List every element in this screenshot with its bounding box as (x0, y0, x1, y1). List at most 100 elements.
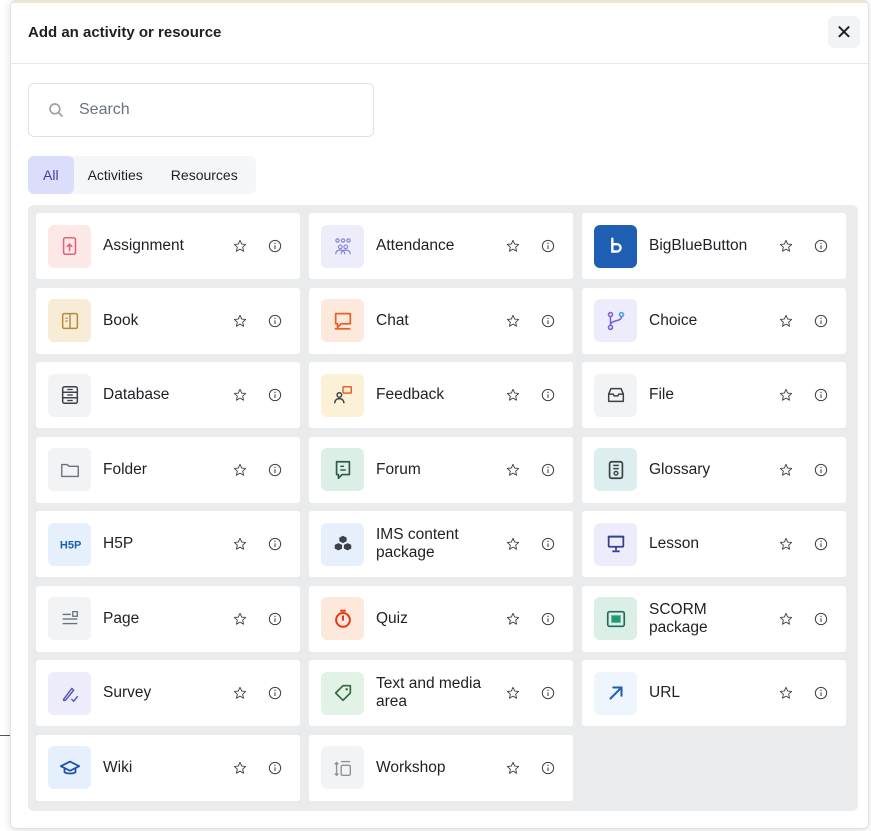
info-button[interactable] (265, 758, 285, 778)
star-button[interactable] (503, 311, 523, 331)
info-button[interactable] (538, 311, 558, 331)
info-button[interactable] (265, 311, 285, 331)
star-button[interactable] (230, 236, 250, 256)
info-button[interactable] (811, 311, 831, 331)
info-button[interactable] (265, 385, 285, 405)
wiki-icon (59, 760, 80, 774)
module-name: Survey (103, 684, 152, 702)
star-button[interactable] (503, 609, 523, 629)
star-button[interactable] (230, 609, 250, 629)
module-card-text-and-media-area[interactable]: Text and media area (309, 660, 573, 726)
info-button[interactable] (538, 460, 558, 480)
module-card-lesson[interactable]: Lesson (582, 511, 846, 577)
star-button[interactable] (776, 609, 796, 629)
search-box[interactable] (28, 83, 374, 137)
info-button[interactable] (538, 758, 558, 778)
star-button[interactable] (503, 683, 523, 703)
module-icon-box (48, 373, 91, 417)
page-icon (62, 610, 78, 624)
module-card-survey[interactable]: Survey (36, 660, 300, 726)
info-button[interactable] (265, 236, 285, 256)
star-icon (506, 463, 520, 476)
info-button[interactable] (265, 460, 285, 480)
star-icon (233, 239, 247, 252)
info-button[interactable] (538, 609, 558, 629)
module-card-url[interactable]: URL (582, 660, 846, 726)
module-card-wiki[interactable]: Wiki (36, 734, 300, 801)
module-card-page[interactable]: Page (36, 585, 300, 652)
info-button[interactable] (811, 460, 831, 480)
tab-resources[interactable]: Resources (157, 156, 252, 194)
forum-icon (335, 460, 350, 479)
star-button[interactable] (776, 385, 796, 405)
info-button[interactable] (538, 385, 558, 405)
star-icon (506, 314, 520, 327)
star-button[interactable] (503, 534, 523, 554)
info-button[interactable] (538, 534, 558, 554)
info-button[interactable] (538, 236, 558, 256)
info-button[interactable] (265, 683, 285, 703)
module-card-attendance[interactable]: Attendance (309, 213, 573, 279)
module-card-database[interactable]: Database (36, 362, 300, 428)
module-icon-box (594, 299, 637, 342)
module-name: Feedback (376, 386, 445, 404)
workshop-icon (333, 760, 351, 776)
star-button[interactable] (230, 311, 250, 331)
tab-all[interactable]: All (28, 156, 74, 194)
url-icon (608, 686, 623, 700)
info-button[interactable] (811, 609, 831, 629)
module-card-glossary[interactable]: Glossary (582, 436, 846, 503)
module-card-book[interactable]: Book (36, 287, 300, 354)
star-button[interactable] (230, 758, 250, 778)
star-button[interactable] (503, 460, 523, 480)
module-card-bigbluebutton[interactable]: BigBlueButton (582, 213, 846, 279)
close-button[interactable]: ✕ (828, 16, 860, 48)
info-button[interactable] (265, 609, 285, 629)
tab-activities[interactable]: Activities (74, 156, 157, 194)
info-icon (541, 537, 555, 551)
info-button[interactable] (265, 534, 285, 554)
module-card-quiz[interactable]: Quiz (309, 585, 573, 652)
star-button[interactable] (776, 311, 796, 331)
info-button[interactable] (538, 683, 558, 703)
choice-icon (607, 311, 624, 330)
module-card-choice[interactable]: Choice (582, 287, 846, 354)
star-icon (233, 761, 247, 774)
search-input[interactable] (77, 100, 341, 120)
module-card-ims-content-package[interactable]: IMS content package (309, 511, 573, 577)
star-button[interactable] (230, 683, 250, 703)
star-button[interactable] (776, 236, 796, 256)
star-button[interactable] (230, 534, 250, 554)
info-button[interactable] (811, 385, 831, 405)
module-card-feedback[interactable]: Feedback (309, 362, 573, 428)
star-button[interactable] (230, 385, 250, 405)
module-card-chat[interactable]: Chat (309, 287, 573, 354)
info-button[interactable] (811, 683, 831, 703)
module-card-folder[interactable]: Folder (36, 436, 300, 503)
module-card-scorm-package[interactable]: SCORM package (582, 585, 846, 652)
info-icon (541, 239, 555, 253)
module-name: File (649, 386, 674, 404)
star-button[interactable] (776, 683, 796, 703)
info-icon (268, 537, 282, 551)
module-card-forum[interactable]: Forum (309, 436, 573, 503)
star-button[interactable] (776, 460, 796, 480)
info-button[interactable] (811, 236, 831, 256)
star-button[interactable] (503, 758, 523, 778)
module-card-workshop[interactable]: Workshop (309, 734, 573, 801)
star-button[interactable] (503, 385, 523, 405)
info-button[interactable] (811, 534, 831, 554)
info-icon (268, 388, 282, 402)
star-button[interactable] (776, 534, 796, 554)
star-button[interactable] (230, 460, 250, 480)
chat-icon (334, 312, 351, 330)
module-icon-box (48, 299, 91, 342)
module-card-assignment[interactable]: Assignment (36, 213, 300, 279)
star-button[interactable] (503, 236, 523, 256)
info-icon (268, 612, 282, 625)
module-card-h5p[interactable]: H5P H5P (36, 511, 300, 577)
module-card-file[interactable]: File (582, 362, 846, 428)
svg-text:H5P: H5P (59, 540, 80, 552)
module-name: IMS content package (376, 526, 459, 561)
module-name: Book (103, 311, 139, 329)
